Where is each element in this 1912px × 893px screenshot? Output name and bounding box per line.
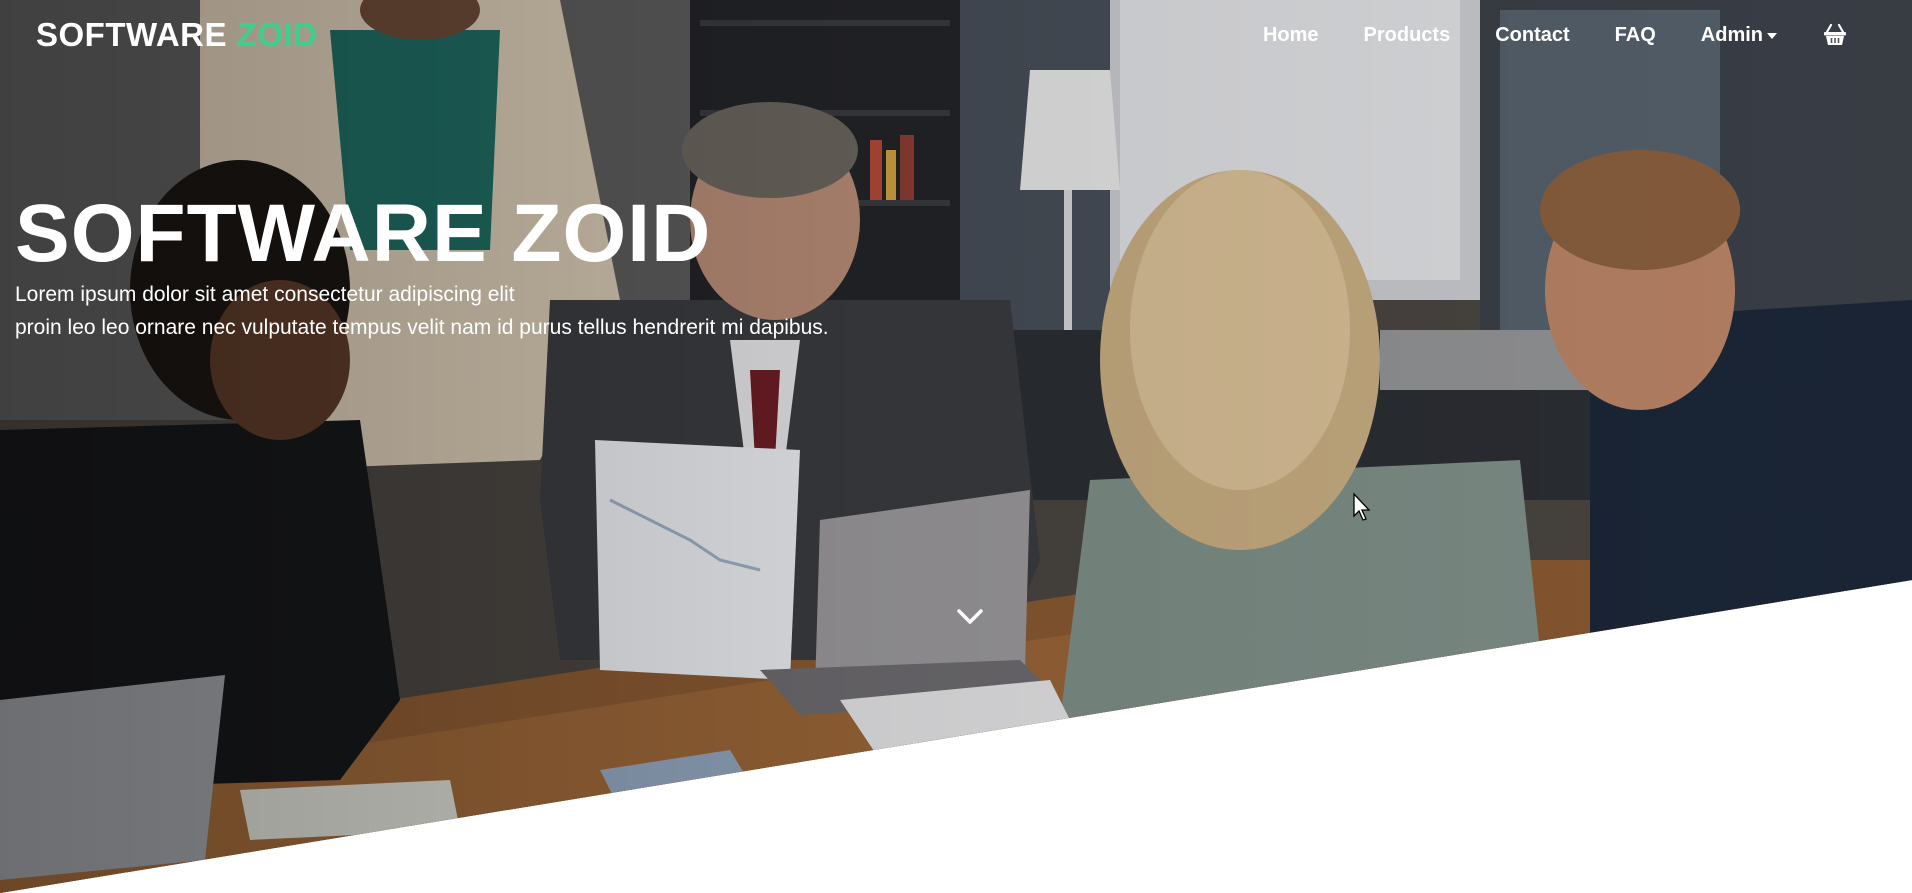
hero-section: SOFTWARE ZOID Lorem ipsum dolor sit amet… [0,0,1912,893]
hero-title: SOFTWARE ZOID [15,188,712,279]
brand-text: SOFTWARE [36,16,227,53]
hero-subtitle-line: proin leo leo ornare nec vulputate tempu… [15,316,829,339]
hero-overlay [0,0,1912,893]
shopping-basket-icon[interactable] [1822,22,1848,48]
mouse-cursor-icon [1353,492,1371,521]
caret-down-icon [1767,33,1777,39]
chevron-down-icon[interactable] [955,605,985,629]
top-navbar: SOFTWARE ZOID Home Products Contact FAQ … [0,0,1912,70]
nav-contact-link[interactable]: Contact [1495,24,1569,47]
hero-subtitle-line: Lorem ipsum dolor sit amet consectetur a… [15,283,515,306]
hero-subtitle: Lorem ipsum dolor sit amet consectetur a… [15,278,829,344]
nav-admin-dropdown[interactable]: Admin [1701,24,1777,47]
brand-accent-text: ZOID [236,16,318,53]
brand-logo[interactable]: SOFTWARE ZOID [36,16,318,54]
nav-links: Home Products Contact FAQ Admin [1263,22,1876,48]
nav-faq-link[interactable]: FAQ [1615,24,1656,47]
nav-home-link[interactable]: Home [1263,24,1319,47]
nav-admin-label: Admin [1700,23,1763,46]
nav-products-link[interactable]: Products [1364,24,1451,47]
hero-content: SOFTWARE ZOID Lorem ipsum dolor sit amet… [15,192,829,344]
